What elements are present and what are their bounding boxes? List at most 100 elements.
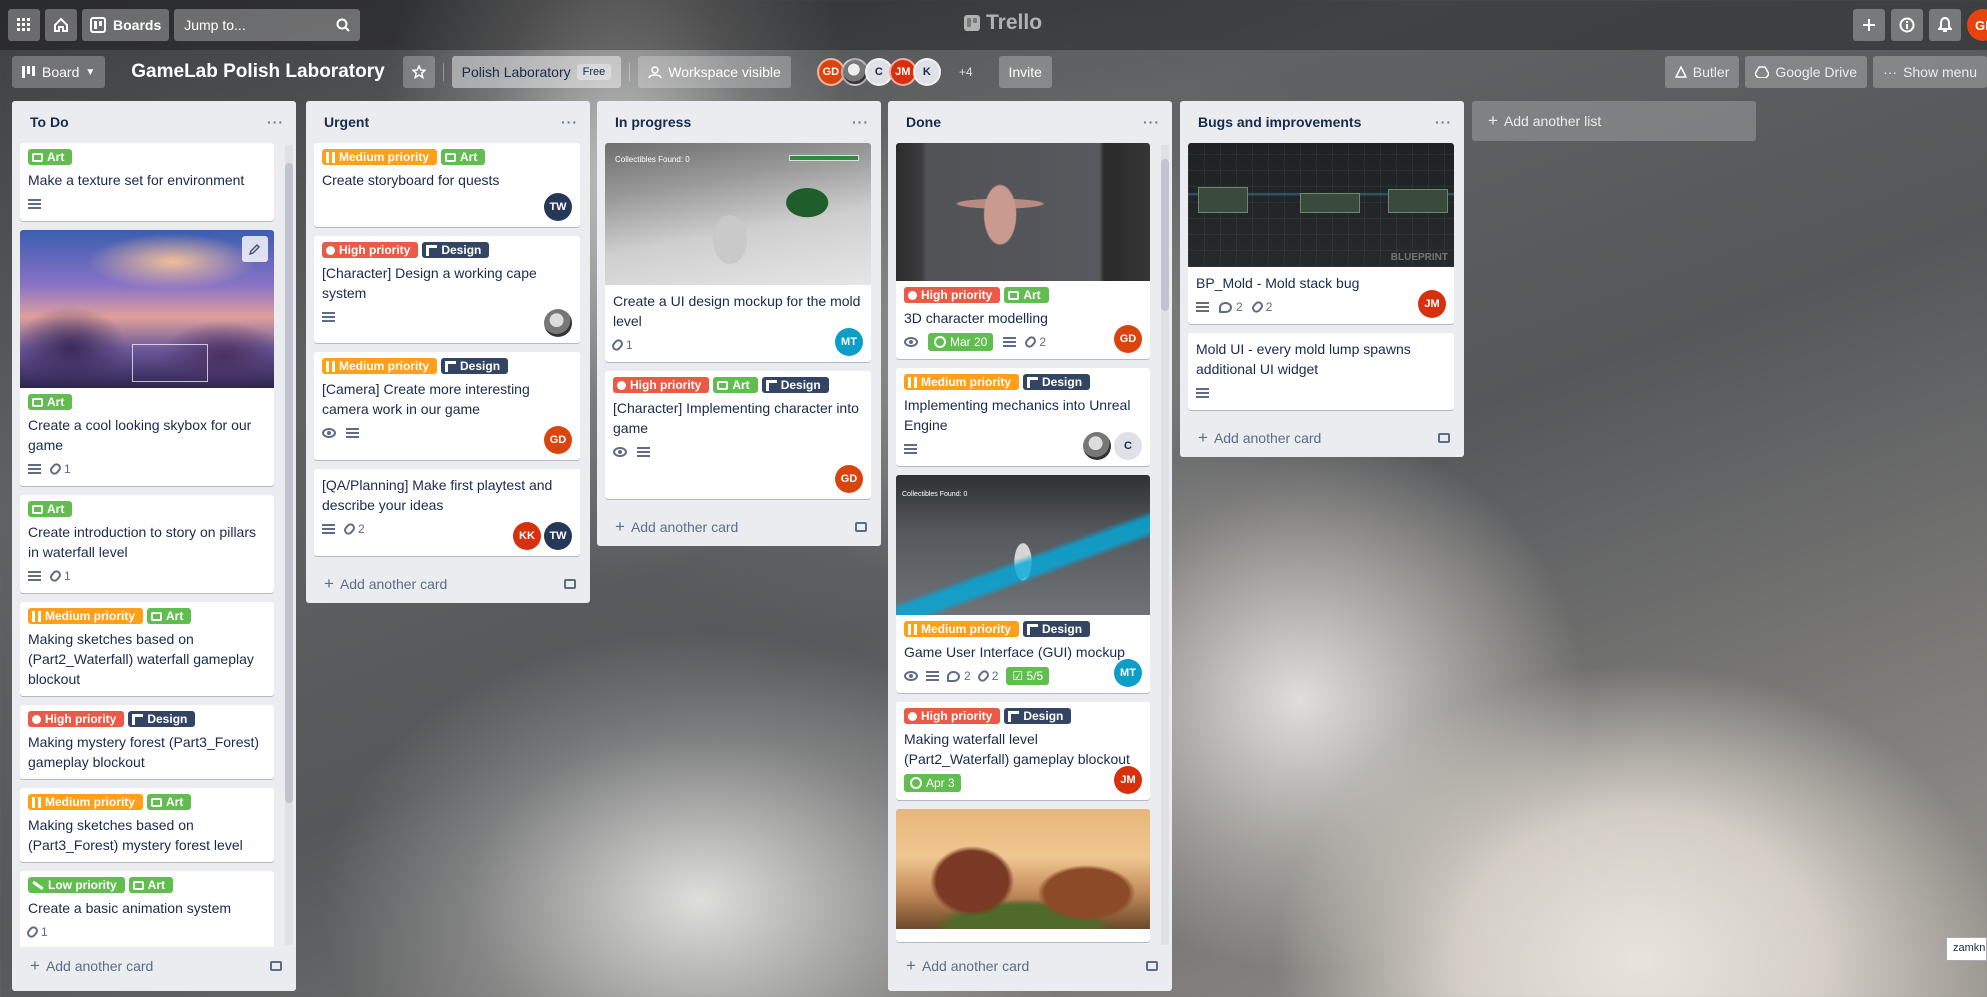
member-avatar[interactable]: GD bbox=[1114, 325, 1142, 353]
card-template-icon[interactable] bbox=[1438, 433, 1450, 443]
board-title[interactable]: GameLab Polish Laboratory bbox=[113, 61, 394, 83]
card[interactable]: Medium priority Art Making sketches base… bbox=[20, 602, 274, 696]
card[interactable]: High priority Design Making mystery fore… bbox=[20, 705, 274, 779]
list-header[interactable]: In progress ··· bbox=[597, 101, 881, 143]
label-text: High priority bbox=[921, 288, 993, 302]
card[interactable]: High priority Design Making waterfall le… bbox=[896, 702, 1150, 800]
invite-button[interactable]: Invite bbox=[998, 56, 1052, 88]
butler-button[interactable]: Butler bbox=[1664, 56, 1740, 88]
card[interactable]: Art Create introduction to story on pill… bbox=[20, 495, 274, 593]
list-title[interactable]: In progress bbox=[615, 114, 691, 130]
plus-icon: + bbox=[30, 956, 40, 975]
board-icon bbox=[90, 17, 106, 33]
card[interactable]: Art Create a cool looking skybox for our… bbox=[20, 230, 274, 486]
member-avatar-photo[interactable] bbox=[544, 309, 572, 337]
card[interactable]: Medium priority Art Create storyboard fo… bbox=[314, 143, 580, 227]
add-card-button[interactable]: + Add another card bbox=[306, 565, 590, 603]
list-header[interactable]: Done ··· bbox=[888, 101, 1172, 143]
member-avatar[interactable]: MT bbox=[835, 328, 863, 356]
list-scrollbar[interactable] bbox=[285, 145, 293, 945]
member-avatar-photo[interactable] bbox=[1083, 432, 1111, 460]
scrollbar-thumb[interactable] bbox=[1161, 159, 1169, 311]
card[interactable]: Collectibles Found: 0 Medium priority De… bbox=[896, 475, 1150, 693]
show-menu-button[interactable]: ··· Show menu bbox=[1873, 56, 1987, 88]
list-title[interactable]: To Do bbox=[30, 114, 69, 130]
tooltip: zamknij bbox=[1946, 937, 1987, 961]
home-icon[interactable] bbox=[45, 9, 77, 41]
card[interactable]: Art Make a texture set for environment bbox=[20, 143, 274, 221]
card[interactable]: BLUEPRINT BP_Mold - Mold stack bug 2 2 J… bbox=[1188, 143, 1454, 324]
list-header[interactable]: To Do ··· bbox=[12, 101, 296, 143]
list-header[interactable]: Urgent ··· bbox=[306, 101, 590, 143]
member-avatar[interactable]: KK bbox=[513, 522, 541, 550]
card[interactable]: Medium priority Design Implementing mech… bbox=[896, 368, 1150, 466]
info-icon[interactable] bbox=[1891, 9, 1923, 41]
add-card-button[interactable]: + Add another card bbox=[597, 508, 881, 546]
member-avatar[interactable]: GD bbox=[835, 465, 863, 493]
more-members-count[interactable]: +4 bbox=[959, 65, 973, 79]
scrollbar-thumb[interactable] bbox=[285, 163, 293, 803]
plus-icon[interactable] bbox=[1853, 9, 1885, 41]
card[interactable]: High priority Art 3D character modelling… bbox=[896, 143, 1150, 359]
list-title[interactable]: Done bbox=[906, 114, 941, 130]
card-members: TW bbox=[544, 193, 572, 221]
member-avatar[interactable]: GD bbox=[544, 426, 572, 454]
due-date-badge[interactable]: Mar 20 bbox=[928, 333, 994, 351]
user-avatar[interactable]: GD bbox=[1967, 9, 1987, 41]
member-avatar[interactable]: MT bbox=[1114, 659, 1142, 687]
edit-pencil-icon[interactable] bbox=[242, 236, 268, 262]
star-button[interactable] bbox=[402, 56, 435, 88]
add-list-button[interactable]: + Add another list bbox=[1472, 101, 1756, 141]
attachments-badge: 2 bbox=[1023, 334, 1046, 350]
list-menu-icon[interactable]: ··· bbox=[852, 114, 869, 130]
card-template-icon[interactable] bbox=[270, 961, 282, 971]
due-date-badge[interactable]: Apr 3 bbox=[904, 774, 961, 792]
card-badges: 1 bbox=[28, 459, 266, 479]
apps-grid-icon[interactable] bbox=[8, 9, 40, 41]
card[interactable]: Low priority Art Create a basic animatio… bbox=[20, 871, 274, 947]
workspace-button[interactable]: Polish Laboratory Free bbox=[451, 56, 622, 88]
add-card-button[interactable]: + Add another card bbox=[1180, 419, 1464, 457]
member-avatar[interactable]: K bbox=[912, 58, 941, 86]
board-view-switcher[interactable]: Board ▼ bbox=[12, 56, 106, 88]
card[interactable]: Medium priority Design [Camera] Create m… bbox=[314, 352, 580, 460]
attachments-count: 1 bbox=[626, 338, 633, 352]
list-title[interactable]: Urgent bbox=[324, 114, 369, 130]
list-menu-icon[interactable]: ··· bbox=[561, 114, 578, 130]
member-avatar[interactable]: TW bbox=[544, 522, 572, 550]
search-input[interactable]: Jump to... bbox=[174, 9, 361, 41]
boards-button[interactable]: Boards bbox=[82, 9, 170, 41]
list-menu-icon[interactable]: ··· bbox=[1143, 114, 1160, 130]
list-urgent: Urgent ··· Medium priority Art Create st… bbox=[306, 101, 590, 603]
google-drive-button[interactable]: Google Drive bbox=[1745, 56, 1868, 88]
card[interactable] bbox=[896, 809, 1150, 942]
card[interactable]: High priority Design [Character] Design … bbox=[314, 236, 580, 343]
card[interactable]: Mold UI - every mold lump spawns additio… bbox=[1188, 333, 1454, 410]
list-menu-icon[interactable]: ··· bbox=[1435, 114, 1452, 130]
list-scrollbar[interactable] bbox=[1161, 145, 1169, 945]
card[interactable]: Collectibles Found: 0 Create a UI design… bbox=[605, 143, 871, 362]
attachments-count: 2 bbox=[358, 522, 365, 536]
visibility-button[interactable]: Workspace visible bbox=[638, 56, 791, 88]
add-card-button[interactable]: + Add another card bbox=[12, 947, 296, 985]
card-template-icon[interactable] bbox=[1146, 961, 1158, 971]
list-menu-icon[interactable]: ··· bbox=[267, 114, 284, 130]
list-title[interactable]: Bugs and improvements bbox=[1198, 114, 1361, 130]
comments-count: 2 bbox=[964, 669, 971, 683]
member-avatar[interactable]: C bbox=[1114, 432, 1142, 460]
card[interactable]: [QA/Planning] Make first playtest and de… bbox=[314, 469, 580, 556]
member-avatar[interactable]: JM bbox=[1418, 290, 1446, 318]
list-header[interactable]: Bugs and improvements ··· bbox=[1180, 101, 1464, 143]
label-text: High priority bbox=[630, 378, 702, 392]
bell-icon[interactable] bbox=[1929, 9, 1961, 41]
card-template-icon[interactable] bbox=[564, 579, 576, 589]
add-card-button[interactable]: + Add another card bbox=[888, 947, 1172, 985]
label-design: Design bbox=[761, 377, 829, 393]
trello-logo[interactable]: Trello bbox=[964, 11, 1042, 35]
member-avatar[interactable]: TW bbox=[544, 193, 572, 221]
card[interactable]: Medium priority Art Making sketches base… bbox=[20, 788, 274, 862]
card[interactable]: High priority Art Design [Character] Imp… bbox=[605, 371, 871, 499]
card-cover-game-scene: Collectibles Found: 0 bbox=[605, 143, 871, 285]
card-template-icon[interactable] bbox=[855, 522, 867, 532]
member-avatar[interactable]: JM bbox=[1114, 766, 1142, 794]
